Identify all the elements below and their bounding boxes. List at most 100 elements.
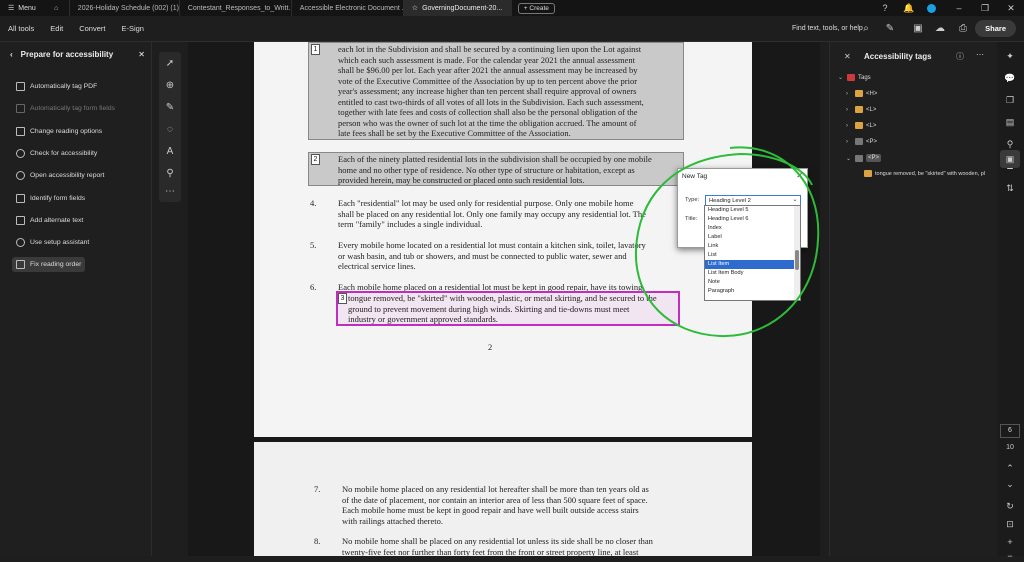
zoom-out-icon[interactable]: − xyxy=(1004,550,1016,562)
tag-icon xyxy=(855,122,863,129)
tab-holiday-schedule[interactable]: 2026-Holiday Schedule (002) (1)... xyxy=(70,0,180,16)
automatically-tag-pdf-label: Automatically tag PDF xyxy=(30,83,98,90)
panel-header: ‹ Prepare for accessibility ✕ xyxy=(10,50,145,59)
item-7-paragraph: No mobile home placed on any residential… xyxy=(342,484,686,526)
pages-icon[interactable]: ❐ xyxy=(1004,94,1016,106)
save-icon[interactable]: ▣ xyxy=(912,23,924,35)
stamp-icon[interactable]: ⚲ xyxy=(164,168,176,180)
tab-governing-document[interactable]: ☆ GoverningDocument-20... xyxy=(403,0,512,16)
open-accessibility-report[interactable]: Open accessibility report xyxy=(16,171,104,180)
close-panel-icon[interactable]: ✕ xyxy=(138,50,145,59)
rotate-icon[interactable]: ↻ xyxy=(1004,500,1016,512)
automatically-tag-form-fields-label: Automatically tag form fields xyxy=(30,105,115,112)
accessibility-tags-panel: ✕ Accessibility tags ⓘ ⋯ ⌄ Tags › <H> › … xyxy=(829,42,997,556)
tag-icon xyxy=(855,138,863,145)
tree-node-l[interactable]: › <L> xyxy=(846,106,876,113)
cloud-upload-icon[interactable]: ☁ xyxy=(934,23,946,35)
check-for-accessibility[interactable]: Check for accessibility xyxy=(16,149,97,158)
chevron-right-icon[interactable]: › xyxy=(846,139,852,145)
lasso-icon[interactable]: ◌ xyxy=(164,124,176,136)
menu-button[interactable]: ☰ Menu xyxy=(0,0,44,16)
page-number: 2 xyxy=(488,342,493,352)
tree-node-p-selected[interactable]: ⌄ <P> xyxy=(846,154,882,162)
convert-link[interactable]: Convert xyxy=(71,24,113,33)
text-line: No mobile home shall be placed on any re… xyxy=(342,536,653,546)
pdf-icon xyxy=(847,74,855,81)
annotation-tool-strip: ➚ ⊕ ✎ ◌ A ⚲ ⋯ xyxy=(159,52,181,202)
text-box-icon[interactable]: A xyxy=(164,146,176,158)
attachments-icon[interactable]: ⚲ xyxy=(1004,138,1016,150)
zoom-icon[interactable]: ⊕ xyxy=(164,80,176,92)
info-icon[interactable]: ⓘ xyxy=(956,51,964,62)
tab-contestant-responses[interactable]: Contestant_Responses_to_Writt... xyxy=(180,0,292,16)
star-icon[interactable]: ☆ xyxy=(412,4,418,12)
right-tool-rail: ✦ 💬 ❐ ▤ ⚲ ≣ ⇅ ▣ 6 10 ⌃ ⌄ ↻ ⊡ + − xyxy=(997,42,1024,561)
change-reading-options[interactable]: Change reading options xyxy=(16,127,102,136)
print-icon[interactable]: ⎙ xyxy=(957,23,969,35)
panel-title: Prepare for accessibility xyxy=(20,50,114,59)
change-reading-options-label: Change reading options xyxy=(30,128,103,135)
assessment-paragraph: each lot in the Subdivision and shall be… xyxy=(338,44,682,139)
tree-node-h[interactable]: › <H> xyxy=(846,90,877,97)
tree-node-label: <L> xyxy=(866,106,877,113)
home-icon[interactable]: ⌂ xyxy=(44,0,70,16)
tag-number-1[interactable]: 1 xyxy=(311,44,320,55)
chevron-right-icon[interactable]: › xyxy=(846,107,852,113)
ai-assistant-icon[interactable]: ✦ xyxy=(1004,50,1016,62)
comment-icon[interactable]: ✎ xyxy=(884,23,896,35)
text-line: vote of the Executive Committee of the A… xyxy=(338,75,638,86)
hamburger-icon: ☰ xyxy=(8,5,15,12)
find-text-label[interactable]: Find text, tools, or help xyxy=(792,25,863,32)
tag-number-3[interactable]: 3 xyxy=(338,293,347,304)
menu-label: Menu xyxy=(18,4,36,12)
create-button[interactable]: + Create xyxy=(517,2,555,14)
close-panel-icon[interactable]: ✕ xyxy=(844,52,851,61)
more-tools-icon[interactable]: ⋯ xyxy=(164,186,176,198)
order-icon[interactable]: ⇅ xyxy=(1004,182,1016,194)
bookmarks-icon[interactable]: ▤ xyxy=(1004,116,1016,128)
select-icon[interactable]: ➚ xyxy=(164,58,176,70)
pen-icon[interactable]: ✎ xyxy=(164,102,176,114)
search-icon[interactable]: ⌕ xyxy=(860,23,872,35)
tree-node-label: <P> xyxy=(866,138,878,145)
page-up-icon[interactable]: ⌃ xyxy=(1004,462,1016,474)
accessibility-tags-icon[interactable]: ▣ xyxy=(1000,150,1020,168)
comments-icon[interactable]: 💬 xyxy=(1004,72,1016,84)
all-tools-link[interactable]: All tools xyxy=(0,24,42,33)
zoom-in-icon[interactable]: + xyxy=(1004,536,1016,548)
current-page-field[interactable]: 6 xyxy=(1000,424,1020,438)
edit-link[interactable]: Edit xyxy=(42,24,71,33)
chevron-down-icon[interactable]: ⌄ xyxy=(838,74,844,81)
use-setup-assistant[interactable]: Use setup assistant xyxy=(16,238,89,247)
fit-page-icon[interactable]: ⊡ xyxy=(1004,518,1016,530)
tree-node-l[interactable]: › <L> xyxy=(846,122,876,129)
page-down-icon[interactable]: ⌄ xyxy=(1004,478,1016,490)
share-button[interactable]: Share xyxy=(975,20,1016,37)
chevron-down-icon[interactable]: ⌄ xyxy=(846,155,852,162)
tag-number-2[interactable]: 2 xyxy=(311,154,320,165)
close-window-icon[interactable]: ✕ xyxy=(996,0,1024,16)
use-setup-assistant-label: Use setup assistant xyxy=(30,239,90,246)
report-icon xyxy=(16,171,25,180)
back-icon[interactable]: ‹ xyxy=(10,50,13,59)
identify-form-fields[interactable]: Identify form fields xyxy=(16,194,85,203)
item-number: 8. xyxy=(314,536,321,546)
tree-root-tags[interactable]: ⌄ Tags xyxy=(838,74,871,81)
tree-leaf-content[interactable]: tongue removed, be "skirted" with wooden… xyxy=(864,170,985,177)
fix-reading-order[interactable]: Fix reading order xyxy=(12,257,86,272)
tab-accessible-document[interactable]: Accessible Electronic Document ... xyxy=(292,0,404,16)
add-alternate-text[interactable]: Add alternate text xyxy=(16,216,83,225)
text-line: of the date of placement, nor contain an… xyxy=(342,494,648,505)
esign-link[interactable]: E-Sign xyxy=(113,24,152,33)
chevron-right-icon[interactable]: › xyxy=(846,123,852,129)
chevron-right-icon[interactable]: › xyxy=(846,91,852,97)
page-3: 7. No mobile home placed on any resident… xyxy=(254,442,752,556)
prepare-accessibility-panel: ‹ Prepare for accessibility ✕ Automatica… xyxy=(0,42,152,556)
automatically-tag-pdf[interactable]: Automatically tag PDF xyxy=(16,82,97,91)
tree-root-label: Tags xyxy=(858,74,871,81)
alt-text-icon xyxy=(16,216,25,225)
tree-node-p[interactable]: › <P> xyxy=(846,138,877,145)
avatar[interactable] xyxy=(916,0,946,16)
more-options-icon[interactable]: ⋯ xyxy=(976,50,984,59)
item-number: 7. xyxy=(314,484,321,494)
